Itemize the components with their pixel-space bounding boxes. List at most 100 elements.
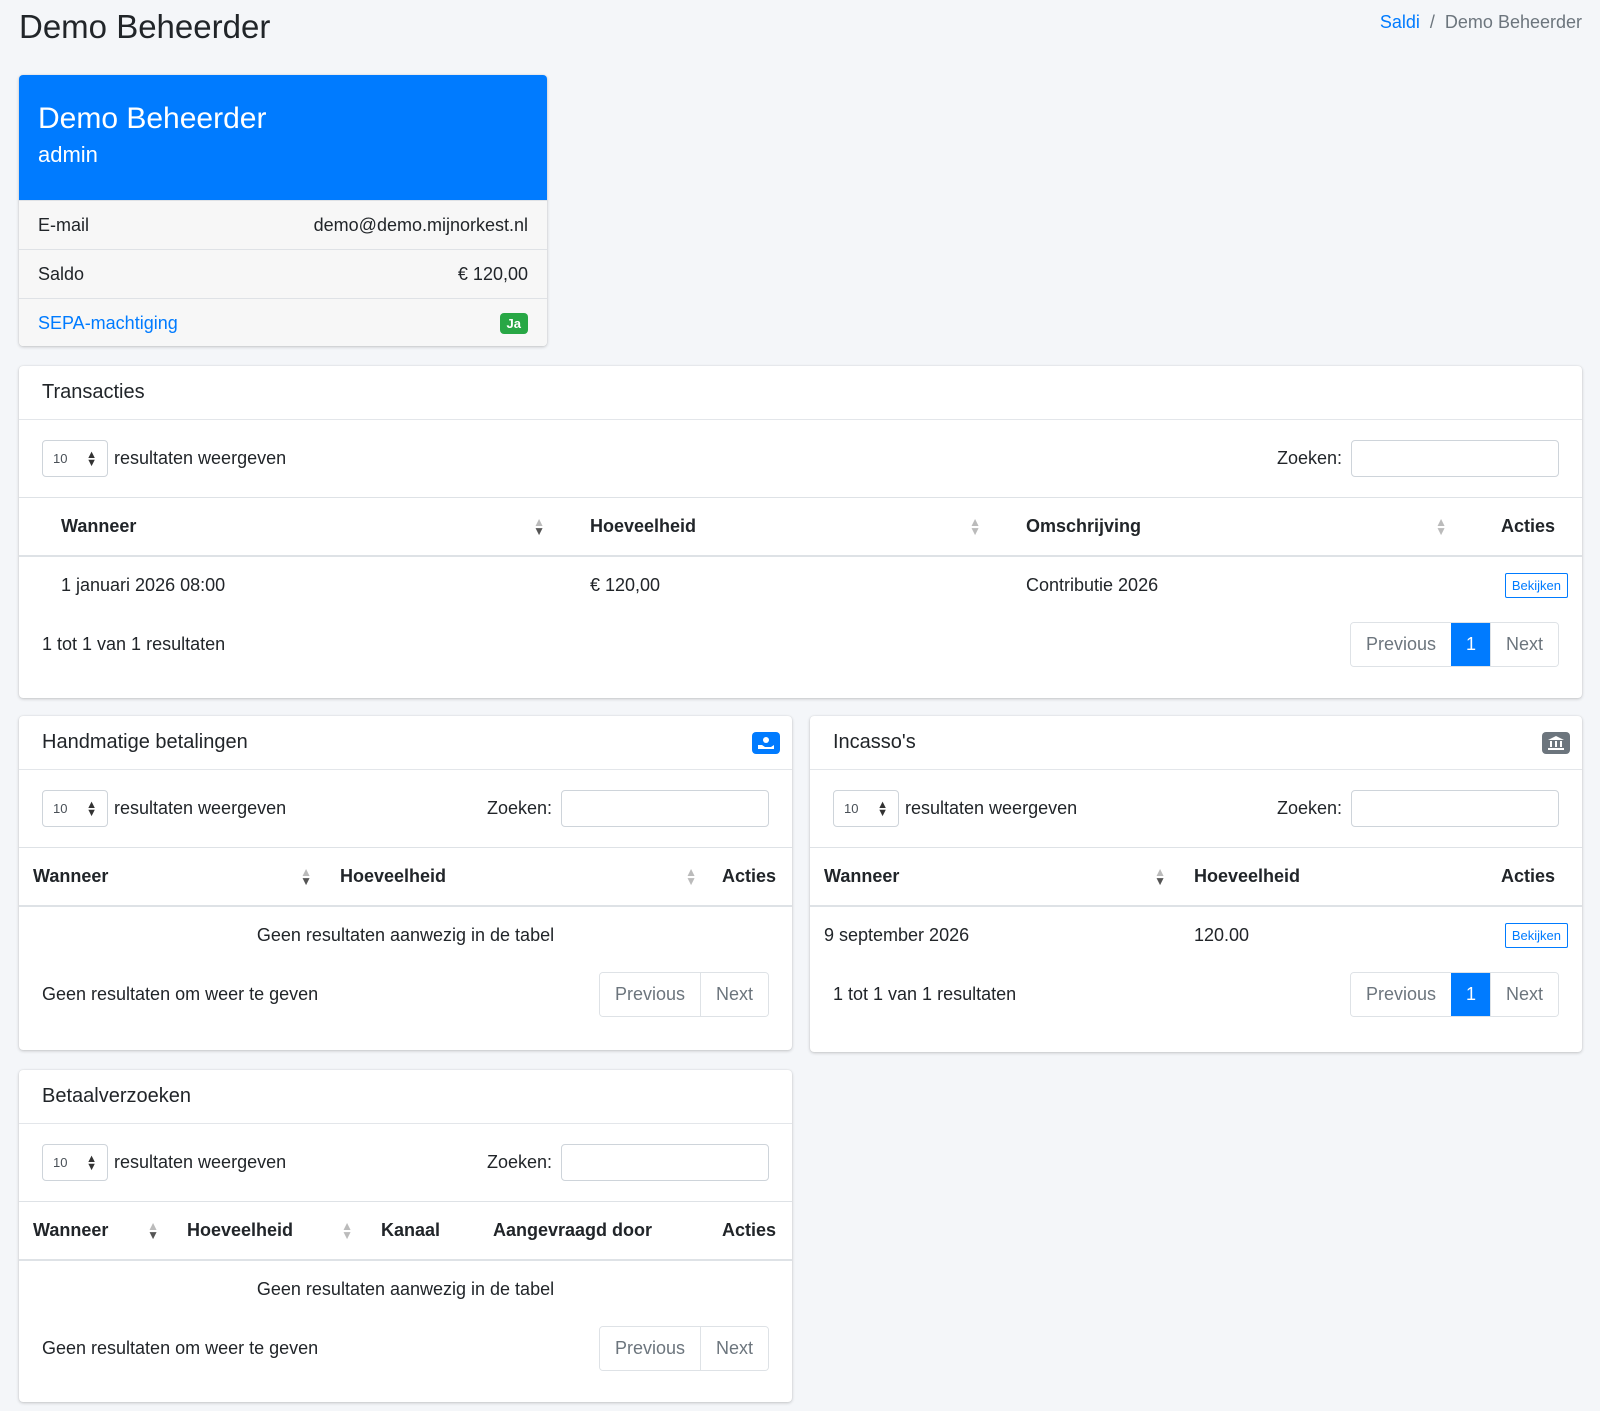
column-header-acties: Acties <box>689 1202 792 1261</box>
search-input[interactable] <box>1351 790 1559 827</box>
betaalverzoeken-header: Betaalverzoeken <box>19 1070 792 1124</box>
length-suffix: resultaten weergeven <box>905 798 1078 818</box>
length-value: 10 <box>53 451 68 466</box>
empty-table-message: Geen resultaten aanwezig in de tabel <box>256 1279 555 1299</box>
column-header-wanneer[interactable]: Wanneer ▲ ▼ <box>19 1202 173 1261</box>
view-button[interactable]: Bekijken <box>1504 573 1568 598</box>
search-label: Zoeken: <box>486 1152 552 1172</box>
cell-hoeveelheid: 120.00 <box>1194 925 1250 945</box>
profile-card: Demo Beheerder admin E-mail demo@demo.mi… <box>19 75 547 346</box>
length-control: 10 ▲ ▼ resultaten weergeven <box>833 790 1077 827</box>
view-button[interactable]: Bekijken <box>1504 923 1568 948</box>
length-select[interactable]: 10 ▲ ▼ <box>42 1144 108 1181</box>
next-button[interactable]: Next <box>699 972 768 1016</box>
incassos-footer: 1 tot 1 van 1 resultaten Previous 1 Next <box>810 964 1582 1024</box>
column-header-omschrijving[interactable]: Omschrijving ▲ ▼ <box>995 498 1461 557</box>
handmatig-card: Handmatige betalingen 10 ▲ ▼ resultaten w… <box>19 716 792 1050</box>
sepa-link[interactable]: SEPA-machtiging <box>38 313 178 334</box>
column-header-wanneer[interactable]: Wanneer ▲ ▼ <box>810 848 1180 907</box>
sort-icon: ▲ ▼ <box>147 1218 159 1242</box>
column-header-wanneer[interactable]: Wanneer ▲ ▼ <box>19 848 326 907</box>
search-input[interactable] <box>1351 440 1559 477</box>
page-title: Demo Beheerder <box>19 8 271 45</box>
length-select[interactable]: 10 ▲ ▼ <box>42 790 108 827</box>
column-header-aangevraagd-door: Aangevraagd door <box>479 1202 689 1261</box>
pagination: Previous Next <box>598 971 769 1017</box>
breadcrumb-current: Demo Beheerder <box>1444 12 1582 32</box>
search-label: Zoeken: <box>1276 798 1342 818</box>
column-header-hoeveelheid[interactable]: Hoeveelheid ▲ ▼ <box>173 1202 367 1261</box>
incassos-card: Incasso's 10 ▲ ▼ resultaten weergeven Zoe… <box>810 716 1582 1052</box>
column-header-wanneer[interactable]: Wanneer ▲ ▼ <box>19 498 559 557</box>
search-input[interactable] <box>561 1144 769 1181</box>
column-label: Kanaal <box>381 1220 441 1240</box>
incassos-table: Wanneer ▲ ▼ Hoeveelheid Acties 9 septembe… <box>810 848 1582 964</box>
search-input[interactable] <box>561 790 769 827</box>
column-header-hoeveelheid: Hoeveelheid <box>1180 848 1460 907</box>
sort-icon: ▲ ▼ <box>341 1218 353 1242</box>
incassos-title: Incasso's <box>833 731 916 753</box>
profile-row-saldo: Saldo € 120,00 <box>19 249 547 298</box>
search-control: Zoeken: <box>1277 790 1559 827</box>
profile-role: admin <box>38 142 98 167</box>
previous-button[interactable]: Previous <box>1350 972 1451 1016</box>
betaalverzoeken-card: Betaalverzoeken 10 ▲ ▼ resultaten weergev… <box>19 1070 792 1402</box>
previous-button[interactable]: Previous <box>1350 622 1451 666</box>
table-row: 1 januari 2026 08:00 € 120,00 Contributi… <box>19 556 1582 614</box>
transacties-table: Wanneer ▲ ▼ Hoeveelheid ▲ ▼ Omschrijving ▲… <box>19 498 1582 614</box>
next-button[interactable]: Next <box>1489 622 1558 666</box>
transacties-card: Transacties 10 ▲ ▼ resultaten weergeven Z… <box>19 366 1582 698</box>
table-row: 9 september 2026 120.00 Bekijken <box>810 906 1582 964</box>
incassos-controls: 10 ▲ ▼ resultaten weergeven Zoeken: <box>810 770 1582 848</box>
column-label: Hoeveelheid <box>1194 866 1301 886</box>
betaalverzoeken-controls: 10 ▲ ▼ resultaten weergeven Zoeken: <box>19 1124 792 1202</box>
page-1-button[interactable]: 1 <box>1450 622 1490 666</box>
previous-button[interactable]: Previous <box>599 1326 700 1370</box>
saldo-label: Saldo <box>38 263 85 284</box>
column-header-hoeveelheid[interactable]: Hoeveelheid ▲ ▼ <box>559 498 995 557</box>
cell-hoeveelheid: € 120,00 <box>590 575 661 595</box>
transacties-controls: 10 ▲ ▼ resultaten weergeven Zoeken: <box>19 420 1582 498</box>
column-header-hoeveelheid[interactable]: Hoeveelheid ▲ ▼ <box>326 848 711 907</box>
length-select[interactable]: 10 ▲ ▼ <box>42 440 108 477</box>
table-info: Geen resultaten om weer te geven <box>42 983 319 1004</box>
column-label: Acties <box>1500 866 1555 886</box>
column-header-kanaal: Kanaal <box>367 1202 479 1261</box>
select-arrows-icon: ▲ ▼ <box>86 1152 97 1173</box>
pagination: Previous 1 Next <box>1349 971 1559 1017</box>
handmatig-header: Handmatige betalingen <box>19 716 792 770</box>
next-button[interactable]: Next <box>1489 972 1558 1016</box>
sort-icon: ▲ ▼ <box>1435 514 1447 538</box>
incassos-header: Incasso's <box>810 716 1582 770</box>
previous-button[interactable]: Previous <box>599 972 700 1016</box>
length-select[interactable]: 10 ▲ ▼ <box>833 790 899 827</box>
betaalverzoeken-table: Wanneer ▲ ▼ Hoeveelheid ▲ ▼ Kanaal Aangevr… <box>19 1202 792 1318</box>
sort-icon: ▲ ▼ <box>300 864 312 888</box>
betaalverzoeken-title: Betaalverzoeken <box>42 1085 191 1107</box>
column-label: Aangevraagd door <box>493 1220 653 1240</box>
column-label: Hoeveelheid <box>590 516 697 536</box>
cell-omschrijving: Contributie 2026 <box>1026 575 1159 595</box>
bank-icon <box>1542 731 1570 754</box>
search-control: Zoeken: <box>1277 440 1559 477</box>
cell-acties: Bekijken <box>1460 906 1582 964</box>
breadcrumb-link-saldi[interactable]: Saldi <box>1380 12 1420 33</box>
next-button[interactable]: Next <box>699 1326 768 1370</box>
sort-icon: ▲ ▼ <box>1154 864 1166 888</box>
empty-row: Geen resultaten aanwezig in de tabel <box>19 1260 792 1318</box>
cell-wanneer: 1 januari 2026 08:00 <box>61 575 226 595</box>
search-control: Zoeken: <box>487 1144 769 1181</box>
breadcrumb: Saldi / Demo Beheerder <box>1380 12 1582 33</box>
email-value: demo@demo.mijnorkest.nl <box>313 214 528 235</box>
column-label: Acties <box>721 866 776 886</box>
handmatig-footer: Geen resultaten om weer te geven Previou… <box>19 964 792 1024</box>
profile-row-email: E-mail demo@demo.mijnorkest.nl <box>19 200 547 249</box>
page-1-button[interactable]: 1 <box>1450 972 1490 1016</box>
length-suffix: resultaten weergeven <box>114 1152 287 1172</box>
search-label: Zoeken: <box>1276 448 1342 468</box>
breadcrumb-separator: / <box>1429 12 1435 32</box>
sort-icon: ▲ ▼ <box>969 514 981 538</box>
column-label: Acties <box>721 1220 776 1240</box>
saldo-value: € 120,00 <box>457 263 528 284</box>
sort-icon: ▲ ▼ <box>533 514 545 538</box>
